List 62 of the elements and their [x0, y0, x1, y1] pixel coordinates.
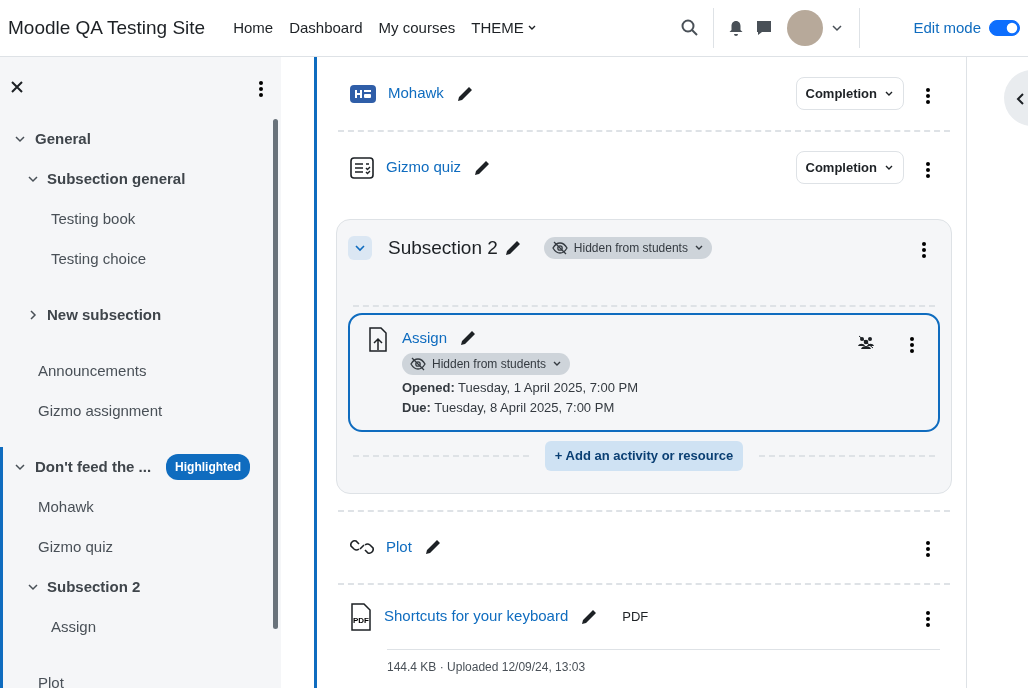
chevron-left-icon[interactable] [1015, 91, 1027, 106]
activity-link[interactable]: Mohawk [38, 495, 94, 519]
edit-pencil-icon[interactable] [503, 239, 522, 258]
nav-link[interactable]: THEME [471, 16, 537, 40]
activity-link[interactable]: Mohawk [388, 82, 444, 105]
group-icon[interactable] [858, 334, 874, 349]
edit-pencil-icon[interactable] [455, 84, 474, 103]
activity-link[interactable]: Testing book [51, 207, 136, 231]
scrollbar[interactable] [273, 119, 278, 629]
chevron-down-icon[interactable] [14, 133, 26, 145]
edit-pencil-icon[interactable] [580, 607, 599, 626]
edit-mode-switch[interactable] [989, 20, 1020, 36]
subsection-title: Subsection 2 [388, 236, 498, 260]
file-upload-icon [368, 326, 388, 353]
eye-slash-icon[interactable] [551, 241, 568, 256]
date-text: Due: Tuesday, 8 April 2025, 7:00 PM [402, 399, 616, 417]
h5p-icon [350, 84, 376, 103]
site-name[interactable]: Moodle QA Testing Site [8, 13, 206, 43]
completion-dropdown[interactable]: Completion [795, 76, 904, 111]
activity-link[interactable]: Shortcuts for your keyboard [384, 605, 569, 628]
section-link[interactable]: Don't feed the ... [35, 455, 152, 479]
edit-mode-label: Edit mode [913, 17, 981, 38]
close-icon[interactable] [11, 81, 23, 93]
chevron-down-icon[interactable] [14, 461, 26, 473]
subsection-link[interactable]: Subsection 2 [47, 575, 141, 599]
edit-pencil-icon[interactable] [459, 328, 478, 347]
activity-link[interactable]: Assign [51, 615, 97, 639]
visibility-dropdown[interactable]: Hidden from students [543, 237, 712, 260]
pdf-file-icon: PDF [350, 602, 372, 631]
activity-link[interactable]: Assign [402, 326, 448, 349]
activity-link[interactable]: Gizmo quiz [38, 535, 114, 559]
nav-link[interactable]: Dashboard [289, 16, 363, 40]
visibility-dropdown[interactable]: Hidden from students [402, 353, 571, 375]
checklist-icon [350, 156, 374, 179]
search-icon[interactable] [680, 19, 699, 37]
subsection-link[interactable]: Subsection general [47, 167, 186, 191]
nav-link[interactable]: Home [233, 16, 274, 40]
caret-icon[interactable] [830, 22, 843, 34]
highlighted-badge: Highlighted [166, 454, 251, 480]
activity-link[interactable]: Gizmo quiz [386, 156, 462, 179]
activity-link[interactable]: Gizmo assignment [38, 399, 163, 423]
edit-pencil-icon[interactable] [473, 158, 492, 177]
section-link[interactable]: General [35, 127, 91, 151]
edit-pencil-icon[interactable] [423, 538, 442, 556]
file-details: 144.4 KB · Uploaded 12/09/24, 13:03 [387, 648, 940, 676]
chevron-right-icon[interactable] [27, 309, 39, 321]
chevron-down-icon[interactable] [27, 581, 39, 593]
subsection-link[interactable]: New subsection [47, 303, 162, 327]
bell-icon[interactable] [727, 20, 744, 36]
chevron-down-icon[interactable] [27, 173, 39, 185]
activity-link[interactable]: Testing choice [51, 247, 147, 271]
eye-slash-icon[interactable] [410, 357, 426, 371]
add-activity-button[interactable]: + Add an activity or resource [544, 441, 744, 471]
activity-link[interactable]: Plot [38, 671, 64, 688]
file-type-label: PDF [622, 607, 649, 626]
collapse-toggle[interactable] [348, 236, 372, 261]
completion-dropdown[interactable]: Completion [795, 150, 904, 185]
date-text: Opened: Tuesday, 1 April 2025, 7:00 PM [402, 379, 640, 397]
activity-link[interactable]: Plot [386, 535, 412, 559]
activity-link[interactable]: Announcements [38, 359, 147, 383]
nav-link[interactable]: My courses [378, 16, 456, 40]
chat-bubble-icon[interactable] [754, 19, 773, 37]
